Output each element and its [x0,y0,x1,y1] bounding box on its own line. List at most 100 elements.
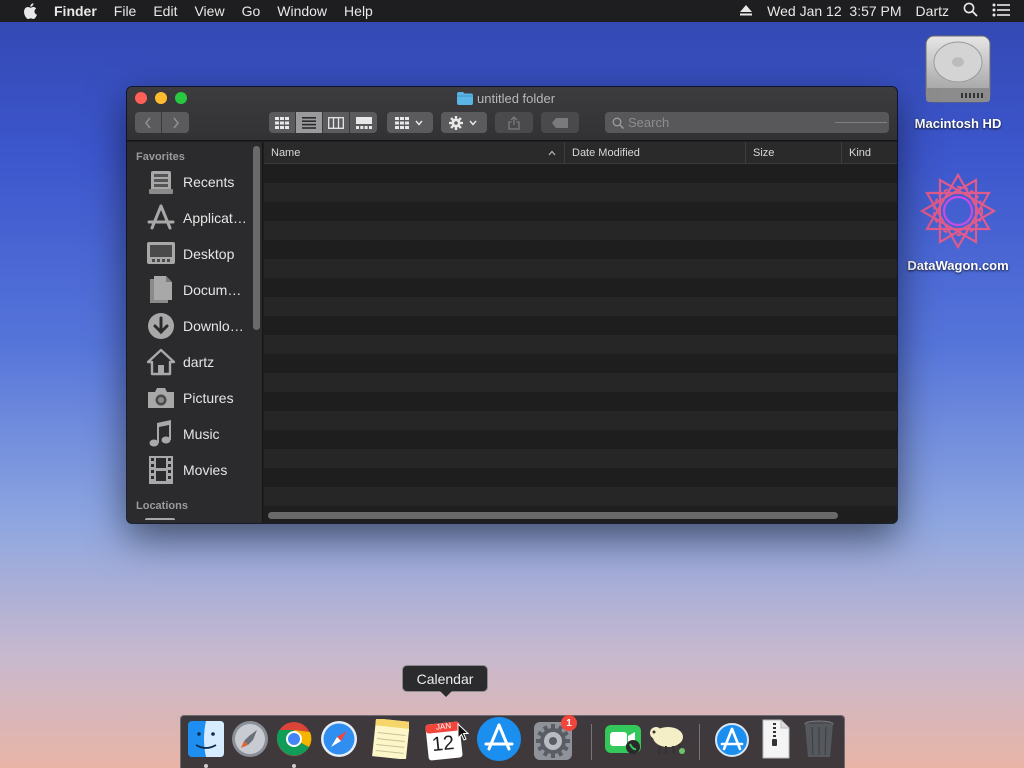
column-header-name[interactable]: Name [264,142,564,164]
empty-row [264,183,897,202]
sidebar-location-item[interactable] [145,518,175,523]
sidebar-item-documents[interactable]: Documents [145,272,255,308]
sidebar-item-applications[interactable]: Applications [145,200,255,236]
list-view-button[interactable] [296,112,323,133]
empty-row [264,259,897,278]
window-title-text: untitled folder [477,90,556,106]
search-field[interactable]: Search [605,112,889,133]
menu-bar: Finder File Edit View Go Window Help Wed… [0,0,1024,22]
forward-button[interactable] [162,112,189,133]
empty-row [264,392,897,411]
hard-drive-icon [921,32,995,110]
calendar-day: 12 [430,731,456,757]
dock-app-facetime[interactable] [602,720,644,762]
menu-clock[interactable]: Wed Jan 12 3:57 PM [767,3,901,19]
dock-separator [591,724,592,760]
sidebar-item-recents[interactable]: Recents [145,164,255,200]
eject-icon[interactable] [739,3,753,19]
menu-app-name[interactable]: Finder [54,0,97,22]
icon-view-button[interactable] [269,112,296,133]
desktop-icon-macintosh-hd[interactable]: Macintosh HD [903,32,1013,131]
back-button[interactable] [135,112,162,133]
pictures-icon [145,382,177,414]
group-by-button[interactable] [387,112,433,133]
menu-file[interactable]: File [114,0,137,22]
applications-icon [145,202,177,234]
sidebar-item-downloads[interactable]: Downloads [145,308,255,344]
dock-app-system-preferences[interactable]: 1 [532,715,577,762]
sidebar-item-pictures[interactable]: Pictures [145,380,255,416]
desktop-icon-label: DataWagon.com [907,258,1009,273]
menu-go[interactable]: Go [242,0,261,22]
dock-app-sheep[interactable] [646,720,688,762]
sidebar-item-label: Recents [183,174,235,190]
close-window-button[interactable] [135,92,147,104]
gallery-view-button[interactable] [350,112,377,133]
apple-menu-icon[interactable] [20,3,40,19]
dock-app-launchpad[interactable] [229,720,271,762]
zoom-window-button[interactable] [175,92,187,104]
dock: JAN 12 1 [180,715,845,768]
spotlight-search-icon[interactable] [963,2,978,20]
dock-app-app-store-downloads[interactable] [711,720,753,762]
menu-edit[interactable]: Edit [153,0,177,22]
zip-file-icon [761,719,791,764]
column-view-button[interactable] [323,112,350,133]
column-header-kind[interactable]: Kind [841,142,897,164]
downloads-icon [145,310,177,342]
empty-row [264,297,897,316]
menu-window[interactable]: Window [277,0,327,22]
movies-icon [145,454,177,486]
system-preferences-icon: 1 [533,715,577,761]
documents-icon [145,274,177,306]
desktop-icon-datawagon[interactable]: DataWagon.com [903,170,1013,273]
sidebar-scrollbar[interactable] [253,146,260,330]
sidebar-locations-header: Locations [136,500,188,512]
minimize-window-button[interactable] [155,92,167,104]
window-title: untitled folder [457,90,555,106]
dock-app-notes[interactable] [369,717,411,762]
column-header-date-modified[interactable]: Date Modified [564,142,745,164]
action-gear-button[interactable] [441,112,487,133]
empty-row [264,449,897,468]
mouse-pointer-icon [457,722,470,746]
sidebar-item-label: dartz [183,354,215,370]
sidebar-item-music[interactable]: Music [145,416,255,452]
empty-row [264,430,897,449]
column-header-size[interactable]: Size [745,142,841,164]
app-store-folder-icon [714,720,750,763]
dock-app-safari[interactable] [318,720,360,762]
dock-tooltip: Calendar [402,665,488,697]
desktop-icon-label: Macintosh HD [914,116,1002,131]
menu-user[interactable]: Dartz [916,3,949,19]
sidebar-item-label: Applications [183,210,247,226]
menu-view[interactable]: View [194,0,224,22]
tags-button[interactable] [541,112,579,133]
sidebar-item-movies[interactable]: Movies [145,452,255,488]
sidebar-item-label: Documents [183,282,247,298]
menu-help[interactable]: Help [344,0,373,22]
chrome-icon [276,721,312,762]
empty-row [264,354,897,373]
navigation-buttons [135,112,189,133]
sidebar-item-home[interactable]: dartz [145,344,255,380]
search-divider [835,122,887,123]
empty-row [264,487,897,506]
column-header-row: Name Date Modified Size Kind [264,142,897,164]
dock-app-finder[interactable] [185,720,227,768]
sidebar-item-desktop[interactable]: Desktop [145,236,255,272]
share-button[interactable] [495,112,533,133]
notification-center-icon[interactable] [992,3,1010,20]
dock-app-archive[interactable] [755,719,797,764]
dock-app-trash[interactable] [798,720,840,762]
empty-row [264,240,897,259]
dock-app-app-store[interactable] [477,716,521,762]
datawagon-logo-icon [917,170,999,252]
horizontal-scrollbar[interactable] [268,512,838,519]
dock-app-chrome[interactable] [273,720,315,768]
finder-window: untitled folder Search Favorites Recents… [127,87,897,523]
folder-icon [457,91,473,105]
running-indicator [292,764,296,768]
sidebar-item-label: Downloads [183,318,247,334]
launchpad-icon [231,720,269,763]
